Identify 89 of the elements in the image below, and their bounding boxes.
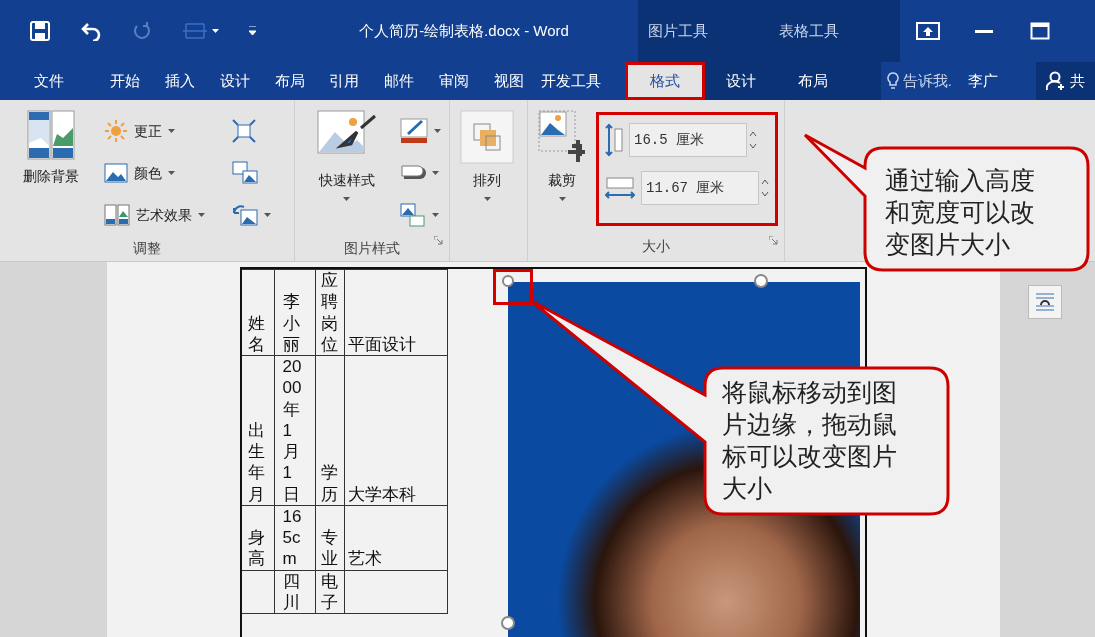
caret-icon	[198, 213, 205, 217]
width-field[interactable]: 11.67 厘米	[641, 171, 759, 205]
caret-icon	[343, 197, 350, 201]
table-cell: 165cm	[274, 505, 315, 570]
person-icon	[1046, 71, 1066, 91]
caret-icon	[558, 197, 566, 201]
remove-background-button[interactable]: 删除背景	[6, 110, 96, 236]
share-button[interactable]: 共	[1036, 62, 1095, 100]
ribbon-tab[interactable]: 设计	[704, 62, 777, 100]
maximize-icon	[1030, 22, 1050, 40]
table-cell: 2000年1月1日	[274, 355, 315, 506]
table-cell: 李小丽	[274, 269, 315, 356]
callout-text: 通过输入高度和宽度可以改变图片大小	[885, 165, 1036, 260]
table-cell: 四川	[274, 570, 315, 614]
ribbon-tab[interactable]: 设计	[207, 62, 263, 100]
arrange-icon	[460, 110, 514, 164]
spinner-icon	[761, 178, 769, 198]
quick-styles-button[interactable]: 快速样式	[301, 110, 392, 236]
table-draw-icon	[182, 21, 208, 41]
change-picture-icon	[232, 161, 258, 185]
sun-icon	[104, 119, 128, 143]
ribbon-tab[interactable]: 插入	[152, 62, 208, 100]
height-icon	[605, 123, 623, 157]
ribbon-tab[interactable]: 审阅	[426, 62, 482, 100]
ribbon-tab[interactable]: 文件	[0, 62, 98, 100]
table-cell: 大学本科	[344, 355, 447, 506]
lightbulb-icon	[886, 72, 899, 90]
spinner-icon	[749, 130, 757, 150]
picture-command-button[interactable]: 艺术效果	[102, 194, 224, 236]
table-cell: 平面设计	[344, 269, 447, 356]
caret-icon	[483, 197, 491, 201]
group-label: 图片样式	[344, 239, 400, 258]
minimize-icon	[975, 29, 993, 33]
callout-text: 将鼠标移动到图片边缘，拖动鼠标可以改变图片大小	[722, 377, 898, 504]
dialog-launcher-icon	[769, 236, 778, 246]
art-effects-icon	[104, 204, 130, 226]
resize-handle[interactable]	[754, 274, 768, 288]
caret-icon	[212, 29, 219, 33]
crop-icon	[538, 110, 586, 164]
table-cell: 姓名	[242, 269, 274, 356]
reset-picture-icon	[232, 204, 258, 226]
ribbon-tab[interactable]: 引用	[316, 62, 372, 100]
dialog-launcher-icon	[434, 236, 443, 246]
table-cell: 学历	[315, 355, 344, 506]
caret-icon	[168, 129, 175, 133]
redo-icon	[132, 21, 152, 41]
height-field[interactable]: 16.5 厘米	[629, 123, 747, 157]
picture-command-button[interactable]: 颜色	[102, 152, 224, 194]
group-label: 调整	[133, 239, 161, 258]
table-cell: 应聘岗位	[315, 269, 344, 356]
ribbon-tab[interactable]: 开发工具	[536, 62, 607, 100]
table-cell: 电子	[315, 570, 344, 614]
customize-icon	[249, 26, 256, 36]
context-label: 表格工具	[718, 0, 900, 62]
ribbon-tab[interactable]: 开始	[97, 62, 153, 100]
width-icon	[605, 177, 635, 199]
layout-options-icon	[1028, 285, 1062, 319]
ribbon-tab[interactable]: 邮件	[371, 62, 427, 100]
tell-me-search[interactable]: 告诉我.	[880, 62, 958, 100]
table-cell: 出生年月	[242, 355, 274, 506]
caret-icon	[168, 171, 175, 175]
caret-icon	[432, 171, 439, 175]
ribbon-tab[interactable]: 布局	[262, 62, 317, 100]
caret-icon	[264, 213, 271, 217]
picture-command-button[interactable]: 更正	[102, 110, 224, 152]
table-cell: 艺术	[344, 505, 447, 570]
save-icon	[30, 21, 50, 41]
window-title: 个人简历-绘制表格.docx - Word	[359, 20, 569, 41]
group-label: 大小	[642, 236, 670, 256]
compress-icon	[232, 119, 256, 143]
crop-button[interactable]: 裁剪	[534, 110, 590, 231]
picture-icon	[104, 163, 128, 183]
resize-handle[interactable]	[502, 275, 514, 287]
caret-icon	[432, 213, 439, 217]
arrange-button[interactable]: 排列	[456, 110, 518, 231]
caret-icon	[434, 129, 441, 133]
user-name: 李广	[968, 70, 998, 91]
undo-icon	[80, 21, 102, 41]
ribbon-tab[interactable]: 布局	[776, 62, 849, 100]
table-cell: 身高	[242, 505, 274, 570]
resize-handle[interactable]	[501, 616, 515, 630]
ribbon-tab[interactable]: 视图	[481, 62, 537, 100]
ribbon-display-icon	[916, 22, 940, 40]
table-cell: 专业	[315, 505, 344, 570]
remove-background-icon	[27, 110, 75, 160]
context-label: 图片工具	[638, 0, 718, 62]
picture-layout-icon	[400, 203, 426, 227]
pen-border-icon	[400, 118, 428, 144]
ribbon-tab[interactable]: 格式	[624, 62, 705, 100]
